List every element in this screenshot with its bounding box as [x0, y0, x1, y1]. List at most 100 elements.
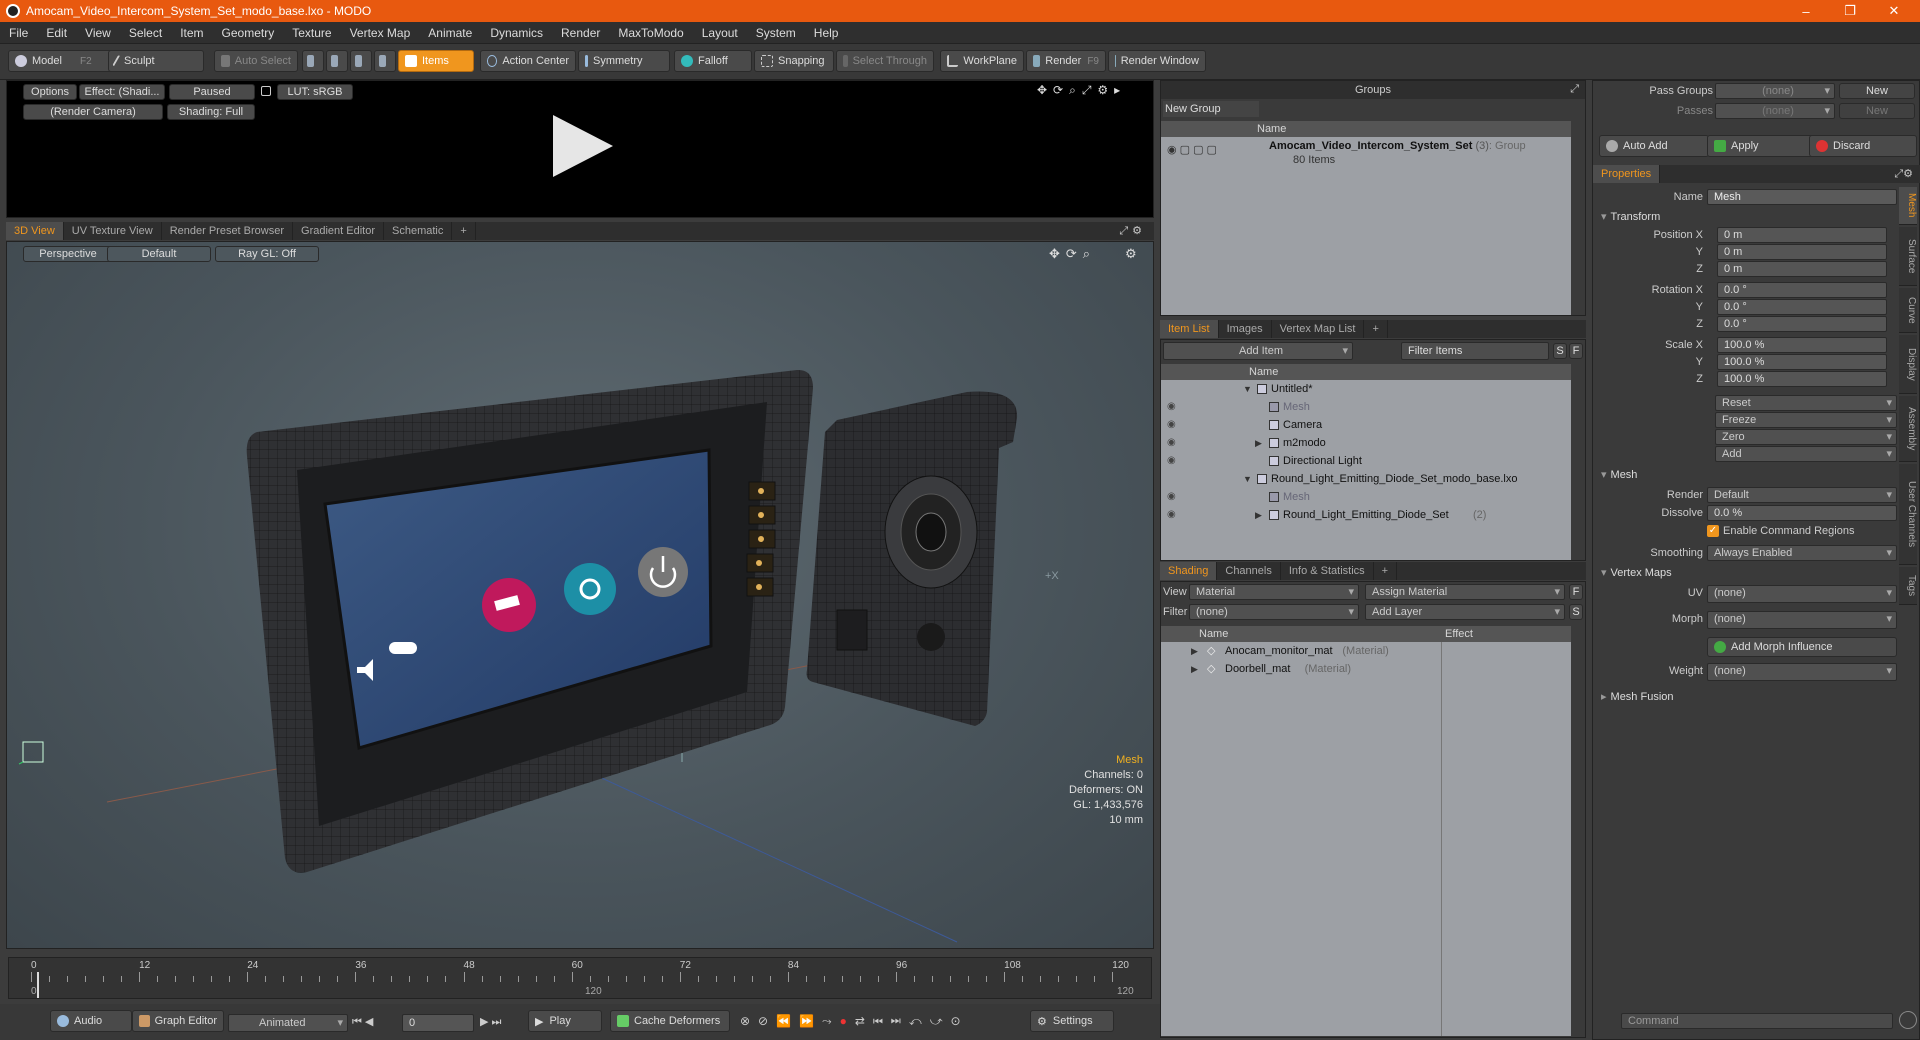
playhead[interactable]: [37, 972, 39, 998]
visibility-icon[interactable]: ◉: [1167, 434, 1176, 452]
menu-view[interactable]: View: [76, 26, 120, 40]
rotation-field[interactable]: 0.0 °: [1717, 316, 1887, 332]
materials-mode-button[interactable]: [374, 50, 396, 72]
preview-shading-dropdown[interactable]: Shading: Full: [167, 104, 255, 120]
enable-command-regions-checkbox[interactable]: ✓: [1707, 525, 1719, 537]
visibility-icon[interactable]: ◉: [1167, 398, 1176, 416]
preview-camera-dropdown[interactable]: (Render Camera): [23, 104, 163, 120]
menu-render[interactable]: Render: [552, 26, 609, 40]
action-center-button[interactable]: Action Center: [480, 50, 576, 72]
pass-groups-dropdown[interactable]: (none): [1715, 83, 1835, 99]
preview-nav-icons[interactable]: ✥⟳⌕⤢⚙▸: [1037, 83, 1126, 98]
tab-info-statistics[interactable]: Info & Statistics: [1281, 562, 1374, 580]
command-history-icon[interactable]: [1899, 1011, 1917, 1029]
new-group-button[interactable]: New Group: [1163, 101, 1259, 117]
filter-dropdown[interactable]: (none): [1189, 604, 1359, 620]
tab-vertex-map-list[interactable]: Vertex Map List: [1272, 320, 1365, 338]
select-through-button[interactable]: Select Through: [836, 50, 934, 72]
tab-item-list[interactable]: Item List: [1160, 320, 1219, 338]
menu-help[interactable]: Help: [805, 26, 848, 40]
shader-row[interactable]: ▶ ◇ Anocam_monitor_mat (Material): [1161, 642, 1441, 660]
render-dropdown[interactable]: Default: [1707, 487, 1897, 503]
position-field[interactable]: 0 m: [1717, 261, 1887, 277]
snapping-button[interactable]: Snapping: [754, 50, 834, 72]
transform-reset-dropdown[interactable]: Reset: [1715, 395, 1897, 411]
visibility-icon[interactable]: ◉: [1167, 452, 1176, 470]
expand-arrow-icon[interactable]: ▶: [1255, 506, 1262, 524]
vertices-mode-button[interactable]: [302, 50, 324, 72]
jump-start-icon[interactable]: ⏮◀: [352, 1015, 376, 1029]
list-item[interactable]: ▼ Round_Light_Emitting_Diode_Set_modo_bas…: [1161, 470, 1571, 488]
filter-s-button[interactable]: S: [1553, 343, 1567, 359]
tab-properties[interactable]: Properties: [1593, 165, 1661, 183]
viewport-options-icons[interactable]: ⤢⚙: [1119, 224, 1146, 238]
name-field[interactable]: Mesh: [1707, 189, 1897, 205]
apply-button[interactable]: Apply: [1707, 135, 1815, 157]
side-tab-mesh[interactable]: Mesh: [1899, 187, 1917, 225]
timeline[interactable]: 0 12 24 36 48 60 72 84 96 108 120 0 120 120: [8, 957, 1152, 999]
shading-s-button[interactable]: S: [1569, 604, 1583, 620]
tab-3d-view[interactable]: 3D View: [6, 222, 64, 240]
preview-paused-button[interactable]: Paused: [169, 84, 255, 100]
visibility-icon[interactable]: ◉: [1167, 506, 1176, 524]
expand-arrow-icon[interactable]: ▶: [1191, 642, 1198, 660]
close-button[interactable]: ✕: [1874, 0, 1914, 22]
maximize-button[interactable]: ❐: [1830, 0, 1870, 22]
model-button[interactable]: Model F2: [8, 50, 112, 72]
assign-material-dropdown[interactable]: Assign Material: [1365, 584, 1565, 600]
tab-shading[interactable]: Shading: [1160, 562, 1218, 580]
add-item-dropdown[interactable]: Add Item: [1163, 342, 1353, 360]
side-tab-curve[interactable]: Curve: [1899, 288, 1917, 333]
lock-icon[interactable]: [261, 86, 271, 96]
tab-channels[interactable]: Channels: [1217, 562, 1281, 580]
vertex-maps-section[interactable]: ▾ Vertex Maps: [1601, 565, 1672, 581]
new-pass-button[interactable]: New: [1839, 103, 1915, 119]
polygons-mode-button[interactable]: [350, 50, 372, 72]
weight-dropdown[interactable]: (none): [1707, 663, 1897, 681]
graph-editor-button[interactable]: Graph Editor: [132, 1010, 224, 1032]
scale-field[interactable]: 100.0 %: [1717, 371, 1887, 387]
cache-deformers-button[interactable]: Cache Deformers: [610, 1010, 730, 1032]
menu-geometry[interactable]: Geometry: [213, 26, 284, 40]
side-tab-user-channels[interactable]: User Channels: [1899, 464, 1917, 565]
visibility-icon[interactable]: ◉: [1167, 416, 1176, 434]
symmetry-button[interactable]: Symmetry: [578, 50, 670, 72]
menu-vertex-map[interactable]: Vertex Map: [341, 26, 420, 40]
smoothing-dropdown[interactable]: Always Enabled: [1707, 545, 1897, 561]
menu-animate[interactable]: Animate: [419, 26, 481, 40]
expand-arrow-icon[interactable]: ▶: [1255, 434, 1262, 452]
add-layer-dropdown[interactable]: Add Layer: [1365, 604, 1565, 620]
position-field[interactable]: 0 m: [1717, 244, 1887, 260]
add-morph-influence-button[interactable]: Add Morph Influence: [1707, 637, 1897, 657]
key-tools-icons[interactable]: ⊗⊘⏪⏩⤳●⇄⏮⏭⤺⤻⊙: [740, 1014, 969, 1029]
visibility-icon[interactable]: ◉: [1167, 488, 1176, 506]
side-tab-tags[interactable]: Tags: [1899, 567, 1917, 605]
shading-f-button[interactable]: F: [1569, 584, 1583, 600]
shader-row[interactable]: ▶ ◇ Doorbell_mat (Material): [1161, 660, 1441, 678]
menu-layout[interactable]: Layout: [693, 26, 747, 40]
scale-field[interactable]: 100.0 %: [1717, 337, 1887, 353]
menu-maxtomodo[interactable]: MaxToModo: [609, 26, 692, 40]
dissolve-field[interactable]: 0.0 %: [1707, 505, 1897, 521]
items-mode-button[interactable]: Items: [398, 50, 474, 72]
command-field[interactable]: Command: [1621, 1013, 1893, 1029]
tab-gradient-editor[interactable]: Gradient Editor: [293, 222, 384, 240]
menu-edit[interactable]: Edit: [37, 26, 76, 40]
falloff-button[interactable]: Falloff: [674, 50, 752, 72]
transform-zero-dropdown[interactable]: Zero: [1715, 429, 1897, 445]
transform-section[interactable]: ▾ Transform: [1601, 209, 1660, 225]
groups-expand-icon[interactable]: ⤢: [1570, 83, 1579, 96]
minimize-button[interactable]: –: [1786, 0, 1826, 22]
list-item[interactable]: ▼ Untitled*: [1161, 380, 1571, 398]
menu-file[interactable]: File: [0, 26, 37, 40]
list-item[interactable]: ◉ ▶ Round_Light_Emitting_Diode_Set (2): [1161, 506, 1571, 524]
list-item[interactable]: ◉ Camera: [1161, 416, 1571, 434]
side-tab-assembly[interactable]: Assembly: [1899, 396, 1917, 462]
auto-select-button[interactable]: Auto Select: [214, 50, 298, 72]
edges-mode-button[interactable]: [326, 50, 348, 72]
list-item[interactable]: ◉ Directional Light: [1161, 452, 1571, 470]
add-tab-button[interactable]: +: [452, 222, 476, 240]
position-field[interactable]: 0 m: [1717, 227, 1887, 243]
properties-options-icon[interactable]: ⤢⚙: [1894, 167, 1913, 181]
menu-item[interactable]: Item: [171, 26, 212, 40]
